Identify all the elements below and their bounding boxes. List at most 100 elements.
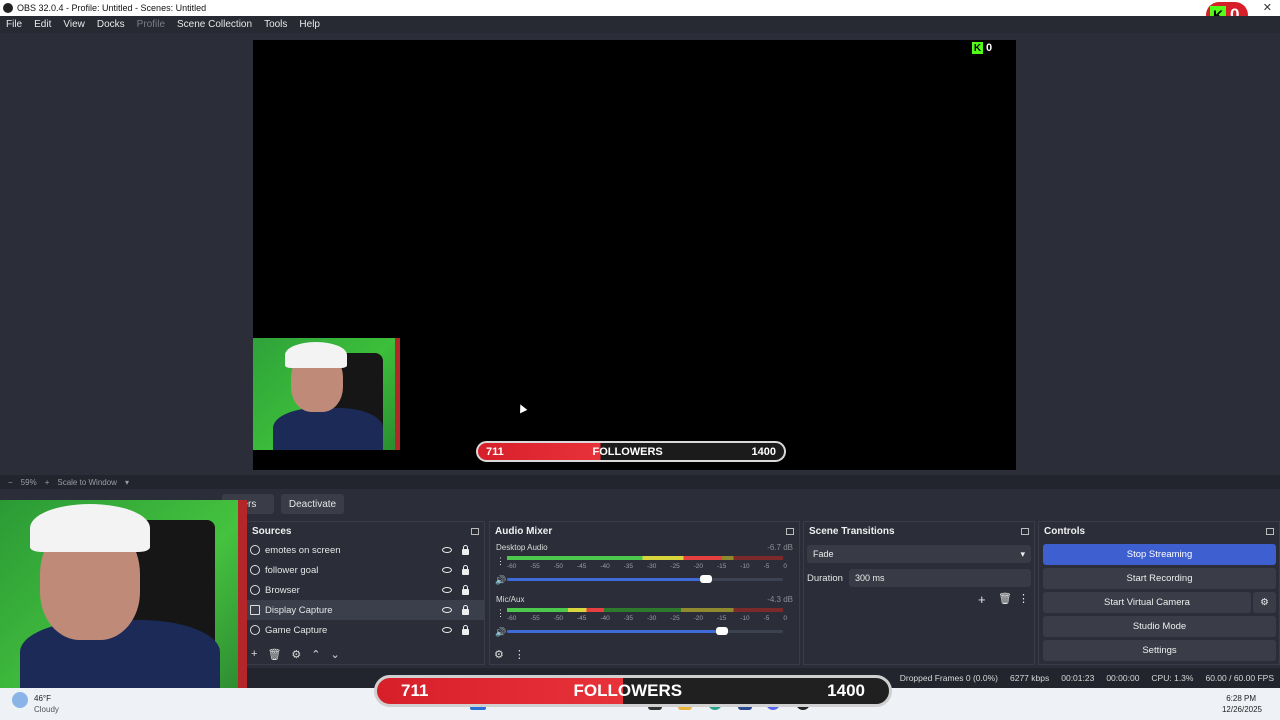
mixer-footer: ⚙ ⋮ — [494, 648, 525, 661]
settings-button[interactable]: Settings — [1043, 640, 1276, 661]
zoom-out-button[interactable]: − — [8, 478, 13, 487]
follower-goal: 1400 — [751, 445, 776, 458]
globe-icon — [250, 565, 260, 575]
menu-docks[interactable]: Docks — [91, 19, 131, 30]
menu-profile[interactable]: Profile — [131, 19, 171, 30]
channel-menu-icon[interactable]: ⋮ — [496, 556, 505, 567]
eye-icon[interactable] — [442, 607, 452, 613]
source-item[interactable]: Browser — [247, 580, 484, 600]
weather-icon — [12, 692, 28, 708]
menu-help[interactable]: Help — [293, 19, 326, 30]
scale-tick: -60 — [507, 615, 517, 622]
channel-menu-icon[interactable]: ⋮ — [496, 608, 505, 619]
add-source-button[interactable]: + — [251, 648, 257, 661]
scale-tick: -5 — [763, 615, 770, 622]
chevron-down-icon[interactable]: ▾ — [125, 478, 129, 487]
remove-source-button[interactable]: 🗑 — [267, 648, 281, 661]
controls-dock: Controls Stop Streaming Start Recording … — [1038, 521, 1280, 665]
undock-icon[interactable] — [471, 527, 479, 535]
studio-mode-button[interactable]: Studio Mode — [1043, 616, 1276, 637]
stop-streaming-button[interactable]: Stop Streaming — [1043, 544, 1276, 565]
menu-scene-collection[interactable]: Scene Collection — [171, 19, 258, 30]
lock-icon[interactable] — [462, 605, 469, 615]
eye-icon[interactable] — [442, 547, 452, 553]
deactivate-button[interactable]: Deactivate — [281, 494, 344, 514]
webcam-overlay — [0, 500, 247, 688]
eye-icon[interactable] — [442, 627, 452, 633]
channel-db: -4.3 dB — [767, 595, 793, 604]
source-item[interactable]: emotes on screen — [247, 540, 484, 560]
transition-select[interactable]: Fade ▾ — [807, 545, 1031, 563]
source-item[interactable]: follower goal — [247, 560, 484, 580]
source-name: Display Capture — [265, 604, 333, 616]
eye-icon[interactable] — [442, 587, 452, 593]
undock-icon[interactable] — [1266, 527, 1274, 535]
volume-slider[interactable] — [507, 575, 783, 583]
lock-icon[interactable] — [462, 585, 469, 595]
source-item-selected[interactable]: Display Capture — [247, 600, 484, 620]
menu-view[interactable]: View — [57, 19, 91, 30]
lock-icon[interactable] — [462, 625, 469, 635]
scale-tick: -55 — [530, 615, 540, 622]
scale-tick: -20 — [693, 563, 704, 570]
scale-tick: -35 — [623, 563, 634, 570]
move-up-button[interactable]: ⌃ — [311, 648, 320, 661]
scale-tick: -5 — [763, 563, 770, 570]
mixer-settings-icon[interactable]: ⚙ — [494, 648, 504, 661]
start-recording-button[interactable]: Start Recording — [1043, 568, 1276, 589]
meter-scale: -60 -55 -50 -45 -40 -35 -30 -25 -20 -15 -10 -5 0 — [507, 615, 787, 622]
cpu-usage: CPU: 1.3% — [1151, 673, 1194, 683]
trash-icon[interactable]: 🗑 — [998, 592, 1012, 605]
record-time: 00:00:00 — [1106, 673, 1140, 683]
weather-desc: Cloudy — [34, 705, 59, 714]
sources-dock: Sources emotes on screen follower goal B… — [246, 521, 485, 665]
speaker-icon[interactable]: 🔊 — [495, 627, 506, 637]
audio-mixer-dock: Audio Mixer Desktop Audio -6.7 dB ⋮ -60 -… — [489, 521, 800, 665]
undock-icon[interactable] — [1021, 527, 1029, 535]
lock-icon[interactable] — [462, 545, 469, 555]
transition-value: Fade — [813, 549, 834, 559]
eye-icon[interactable] — [442, 567, 452, 573]
channel-name: Desktop Audio — [496, 543, 548, 552]
volume-meter — [507, 556, 783, 560]
follower-goal-overlay: 711 FOLLOWERS 1400 — [374, 675, 892, 707]
add-transition-button[interactable]: + — [978, 592, 986, 607]
speaker-icon[interactable]: 🔊 — [495, 575, 506, 585]
source-name: Game Capture — [265, 624, 328, 636]
zoom-in-button[interactable]: + — [45, 478, 50, 487]
volume-slider[interactable] — [507, 627, 783, 635]
scale-tick: -30 — [646, 615, 657, 622]
lock-icon[interactable] — [462, 565, 469, 575]
controls-title: Controls — [1044, 525, 1086, 537]
scale-tick: -60 — [507, 563, 517, 570]
bitrate: 6277 kbps — [1010, 673, 1050, 683]
source-item[interactable]: Game Capture — [247, 620, 484, 640]
move-down-button[interactable]: ⌄ — [331, 648, 340, 661]
transition-menu-icon[interactable]: ⋮ — [1018, 592, 1029, 605]
scale-to-window[interactable]: Scale to Window — [57, 478, 117, 487]
virtual-camera-gear-icon[interactable]: ⚙ — [1253, 592, 1276, 613]
meter-scale: -60 -55 -50 -45 -40 -35 -30 -25 -20 -15 -10 -5 0 — [507, 563, 787, 570]
chevron-down-icon: ▾ — [1020, 548, 1025, 559]
undock-icon[interactable] — [786, 527, 794, 535]
scale-tick: -15 — [716, 615, 727, 622]
menu-edit[interactable]: Edit — [28, 19, 57, 30]
menu-tools[interactable]: Tools — [258, 19, 293, 30]
channel-name: Mic/Aux — [496, 595, 525, 604]
mixer-channel: Desktop Audio -6.7 dB ⋮ -60 -55 -50 -45 -40-… — [490, 540, 799, 592]
scale-tick: -15 — [716, 563, 727, 570]
sources-footer: + 🗑 ⚙ ⌃ ⌄ — [251, 648, 340, 661]
globe-icon — [250, 585, 260, 595]
start-virtual-camera-button[interactable]: Start Virtual Camera — [1043, 592, 1251, 613]
duration-field[interactable]: 300 ms — [849, 569, 1031, 587]
fps: 60.00 / 60.00 FPS — [1205, 673, 1274, 683]
menu-file[interactable]: File — [0, 19, 28, 30]
globe-icon — [250, 545, 260, 555]
mixer-channel: Mic/Aux -4.3 dB ⋮ -60 -55 -50 -45 -40 -35 -30-… — [490, 592, 799, 644]
gamepad-icon — [250, 625, 260, 635]
scale-tick: -10 — [740, 563, 750, 570]
close-button[interactable]: ✕ — [1263, 1, 1272, 14]
gear-icon[interactable]: ⚙ — [291, 648, 301, 661]
duration-value: 300 ms — [855, 573, 885, 583]
mixer-menu-icon[interactable]: ⋮ — [514, 648, 525, 661]
